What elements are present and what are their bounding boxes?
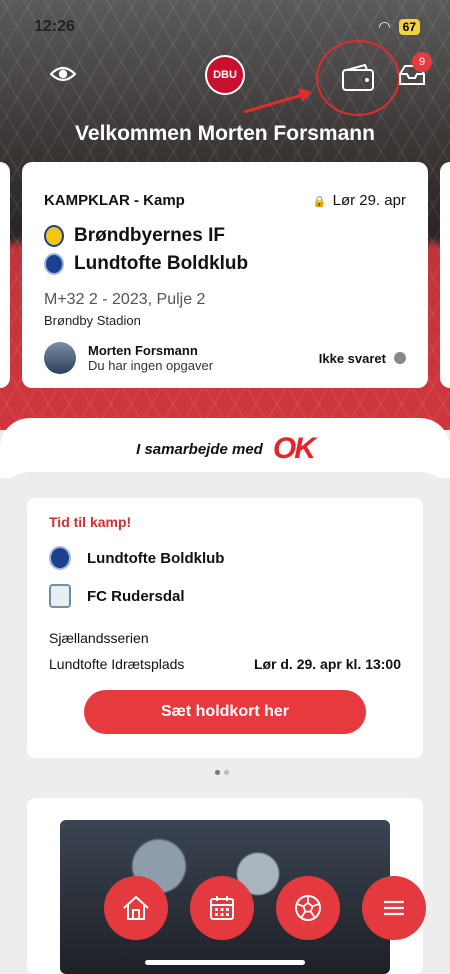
stadium-name: Brøndby Stadion: [44, 313, 141, 328]
nav-calendar-button[interactable]: [190, 876, 254, 940]
venue-name: Lundtofte Idrætsplads: [49, 656, 185, 672]
series-name: Sjællandsserien: [49, 630, 149, 646]
status-dot: [394, 352, 406, 364]
set-lineup-button[interactable]: Sæt holdkort her: [84, 690, 366, 734]
nav-menu-button[interactable]: [362, 876, 426, 940]
calendar-icon: [210, 896, 234, 920]
lock-icon: 🔒: [312, 196, 327, 208]
match-status: KAMPKLAR - Kamp: [44, 192, 185, 209]
home-icon: [123, 895, 149, 920]
pager-dot[interactable]: [224, 770, 229, 775]
match-date: 🔒 Lør 29. apr: [312, 192, 406, 209]
home-indicator[interactable]: [145, 960, 305, 965]
ok-logo: OK: [272, 432, 316, 465]
battery-indicator: 67: [398, 18, 420, 35]
fc-rudersdal-crest: [49, 584, 71, 608]
away-team: Lundtofte Boldklub: [74, 253, 249, 274]
match-datetime: Lør d. 29. apr kl. 13:00: [253, 656, 401, 672]
match-card[interactable]: KAMPKLAR - Kamp 🔒 Lør 29. apr Brøndbyerne…: [22, 162, 428, 388]
brondbyernes-crest: [44, 225, 64, 247]
pager-dot[interactable]: [215, 770, 220, 775]
football-icon: [295, 895, 321, 921]
next-match-heading: Tid til kamp!: [49, 514, 132, 530]
team-one: Lundtofte Boldklub: [87, 549, 225, 567]
person-note: Du har ingen opgaver: [88, 358, 214, 373]
status-indicators: ◠ 67: [378, 18, 420, 35]
nav-home-button[interactable]: [104, 876, 168, 940]
status-time: 12:26: [34, 18, 75, 35]
answer-status[interactable]: Ikke svaret: [319, 351, 406, 366]
nav-football-button[interactable]: [276, 876, 340, 940]
prev-card-peek[interactable]: [0, 162, 10, 388]
person-name: Morten Forsmann: [88, 343, 198, 358]
wifi-icon: ◠: [378, 18, 391, 34]
menu-icon: [384, 900, 404, 916]
inbox-badge: 9: [412, 52, 432, 72]
annotation-arrow: [243, 88, 312, 114]
league-name: M+32 2 - 2023, Pulje 2: [44, 291, 206, 308]
wallet-icon: [342, 64, 374, 91]
eye-icon[interactable]: [50, 64, 76, 84]
next-match-card[interactable]: Tid til kamp! Lundtofte Boldklub FC Rude…: [27, 498, 423, 758]
wallet-button[interactable]: [316, 40, 400, 116]
sponsor-text: I samarbejde med: [136, 440, 263, 458]
team-two: FC Rudersdal: [87, 587, 185, 605]
home-team: Brøndbyernes IF: [74, 225, 225, 246]
lundtofte-crest: [49, 546, 71, 570]
welcome-title: Velkommen Morten Forsmann: [75, 122, 375, 145]
next-card-peek[interactable]: [440, 162, 450, 388]
sponsor-banner[interactable]: I samarbejde med OK: [0, 432, 450, 466]
lundtofte-crest: [44, 253, 64, 275]
dbu-logo: DBU: [205, 55, 245, 95]
carousel-pager[interactable]: [215, 770, 229, 775]
avatar: [44, 342, 76, 374]
